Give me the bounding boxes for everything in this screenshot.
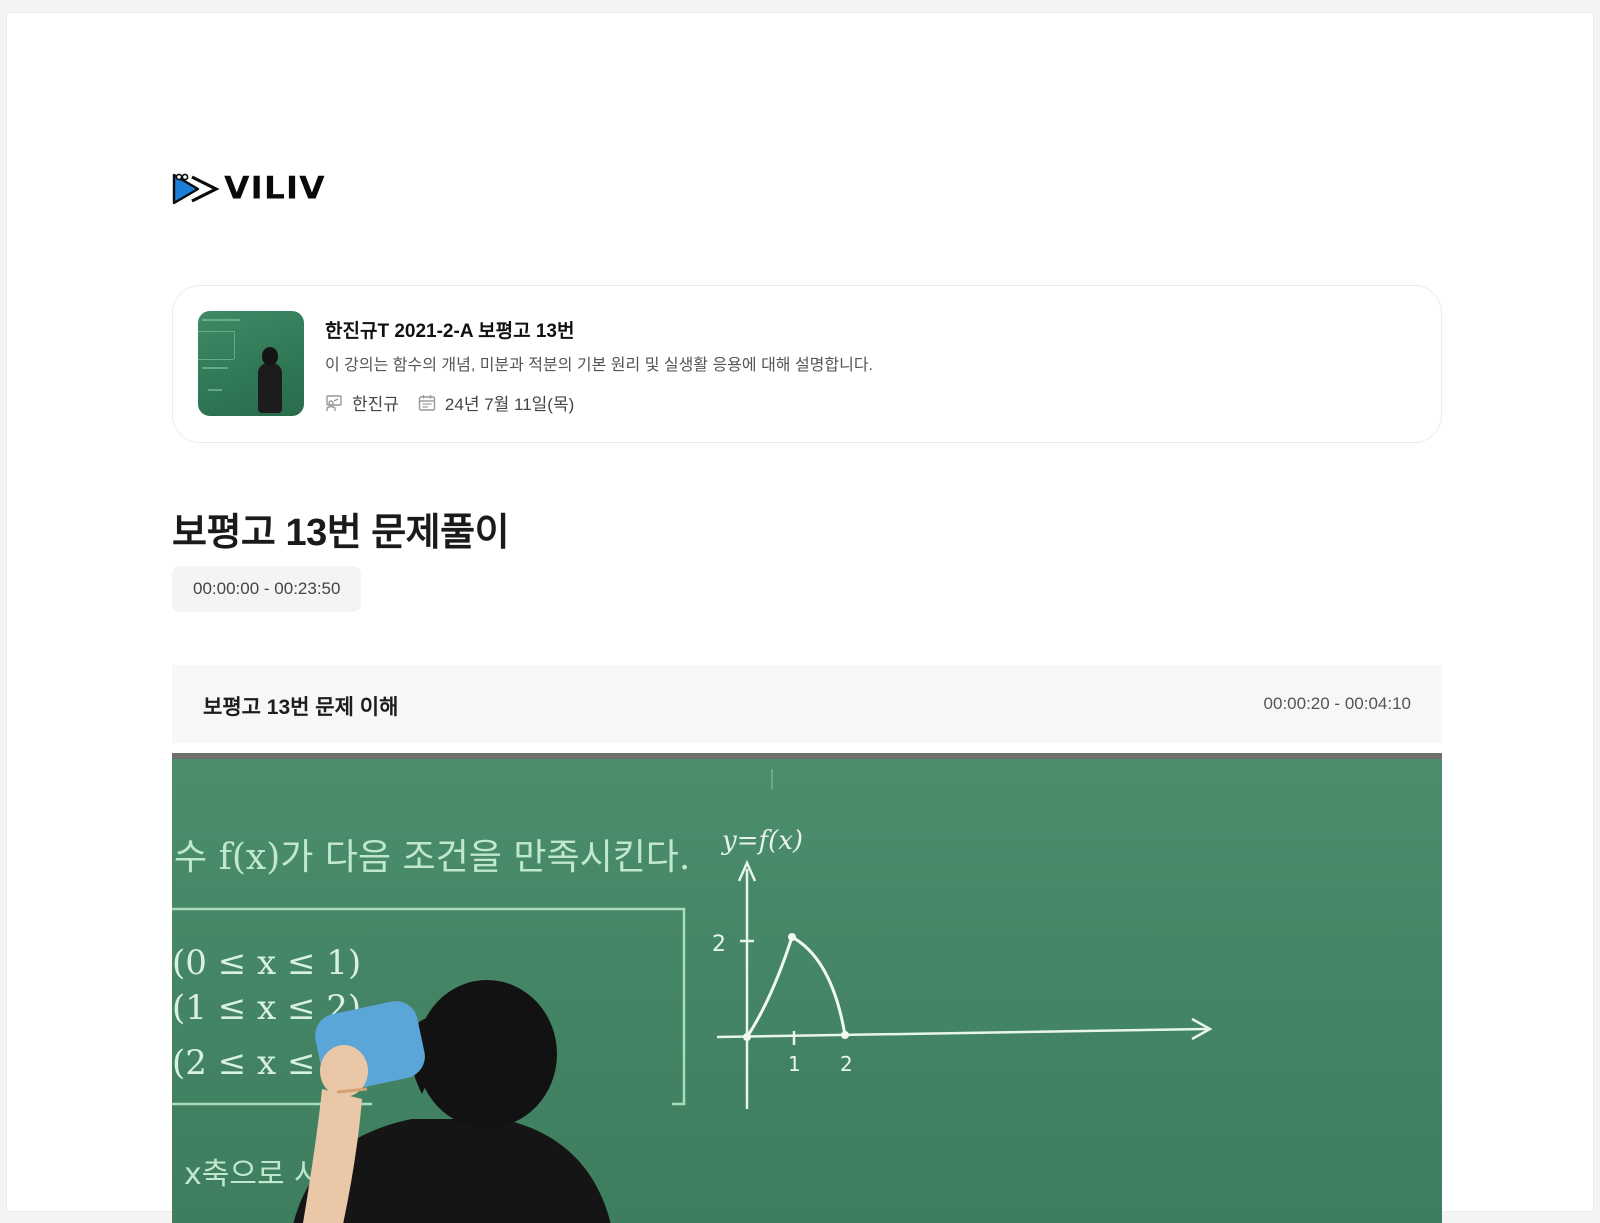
- instructor-name: 한진규: [352, 395, 399, 414]
- section-title: 보평고 13번 문제풀이: [172, 512, 510, 554]
- teacher-figure: [293, 980, 611, 1223]
- blackboard-frame: 수 f(x)가 다음 조건을 만족시킨다. (0 ≤ x ≤ 1) (1 ≤ x…: [172, 769, 1213, 1223]
- chapter-time-range: 00:00:20 - 00:04:10: [1263, 694, 1411, 713]
- condition-3: (2 ≤ x ≤: [172, 1043, 315, 1083]
- teacher-icon: [326, 394, 342, 411]
- graph-label: y=f(x): [721, 826, 803, 856]
- tick-x-2: 2: [840, 1052, 853, 1076]
- video-player[interactable]: 수 f(x)가 다음 조건을 만족시킨다. (0 ≤ x ≤ 1) (1 ≤ x…: [172, 753, 1442, 1223]
- lecture-thumbnail[interactable]: [198, 311, 304, 416]
- tick-y-2: 2: [712, 932, 726, 957]
- lecture-meta: 한진규 24년 7월 11일(목): [325, 390, 593, 415]
- lecture-date: 24년 7월 11일(목): [444, 395, 575, 414]
- brand-name: VILIV: [224, 169, 326, 207]
- page: VILIV 한진규T 2021-2-A 보평고 13번 이 강의는 함수의 개념…: [6, 12, 1594, 1223]
- date-meta: 24년 7월 11일(목): [418, 390, 574, 415]
- section-time-range: 00:00:00 - 00:23:50: [172, 566, 362, 612]
- condition-1: (0 ≤ x ≤ 1): [172, 943, 361, 983]
- play-logo-icon: [172, 173, 220, 205]
- viliv-logo[interactable]: VILIV: [172, 171, 326, 205]
- instructor-meta: 한진규: [325, 390, 399, 415]
- lecture-card[interactable]: 한진규T 2021-2-A 보평고 13번 이 강의는 함수의 개념, 미분과 …: [172, 285, 1442, 443]
- chapter-header[interactable]: 보평고 13번 문제 이해 00:00:20 - 00:04:10: [172, 665, 1442, 743]
- chapter-title: 보평고 13번 문제 이해: [203, 696, 399, 719]
- calendar-icon: [418, 394, 436, 411]
- tick-x-1: 1: [788, 1052, 801, 1076]
- board-heading: 수 f(x)가 다음 조건을 만족시킨다.: [174, 837, 690, 878]
- lecture-description: 이 강의는 함수의 개념, 미분과 적분의 기본 원리 및 실생활 응용에 대해…: [325, 357, 873, 374]
- lecture-title: 한진규T 2021-2-A 보평고 13번: [325, 321, 575, 342]
